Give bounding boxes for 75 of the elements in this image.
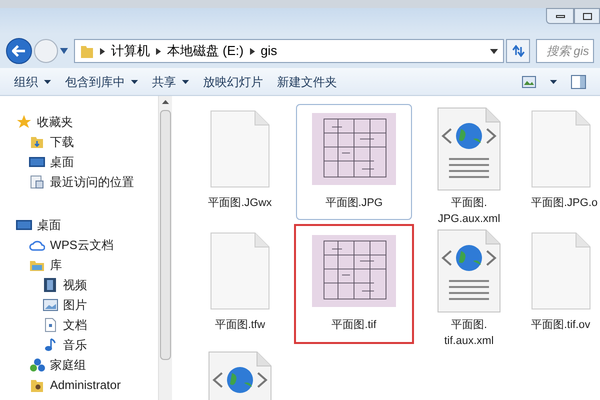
desktop-icon — [16, 219, 32, 231]
nav-item[interactable]: 视频 — [16, 275, 158, 295]
nav-item[interactable]: 图片 — [16, 295, 158, 315]
file-item[interactable]: 平面图.tif — [296, 226, 412, 342]
toolbar-button[interactable]: 组织 — [14, 72, 51, 90]
breadcrumb[interactable]: gis — [260, 41, 278, 61]
user-folder-icon — [30, 378, 44, 392]
breadcrumb[interactable]: 计算机 — [111, 41, 150, 61]
file-name: 平面图.tif — [332, 318, 376, 333]
file-name: 平面图.JPG — [325, 196, 383, 211]
search-field[interactable]: 搜索 gis — [536, 39, 594, 63]
blank-file-icon — [531, 110, 591, 188]
file-name: 平面图.JGwx — [208, 196, 272, 211]
nav-item[interactable]: 文档 — [16, 315, 158, 335]
back-arrow-icon — [12, 45, 26, 57]
toolbar-button[interactable]: 放映幻灯片 — [203, 72, 263, 90]
view-icon[interactable] — [522, 76, 536, 88]
cloud-icon — [29, 239, 45, 251]
download-folder-icon — [30, 135, 44, 149]
file-item[interactable]: 平面图.JPG — [296, 104, 412, 220]
star-icon — [17, 115, 31, 129]
caret-icon — [182, 80, 189, 84]
file-name: 平面图.tfw — [214, 318, 266, 333]
preview-pane-icon[interactable] — [571, 74, 586, 88]
refresh-icon — [511, 45, 525, 57]
blank-file-icon — [531, 232, 591, 310]
toolbar-button[interactable]: 包含到库中 — [65, 72, 138, 90]
file-item[interactable]: 平面图.tif.ov — [526, 226, 600, 342]
breadcrumb[interactable]: 本地磁盘 (E:) — [167, 41, 244, 61]
nav-item[interactable]: 音乐 — [16, 335, 158, 355]
nav-item[interactable]: 收藏夹 — [16, 112, 158, 132]
file-name: 平面图.tif.ov — [531, 318, 590, 333]
folder-icon — [80, 43, 94, 59]
blank-file-icon — [210, 110, 270, 188]
caret-icon — [44, 80, 51, 84]
refresh-button[interactable] — [506, 39, 530, 63]
blank-file-icon — [210, 232, 270, 310]
homegroup-icon — [30, 358, 44, 372]
toolbar-button[interactable]: 新建文件夹 — [277, 72, 337, 90]
maximize-button[interactable] — [574, 8, 600, 24]
caret-icon[interactable] — [60, 48, 68, 54]
caret-icon[interactable] — [490, 48, 498, 54]
chevron-icon[interactable] — [156, 48, 161, 54]
nav-item[interactable]: 最近访问的位置 — [16, 172, 158, 192]
picture-icon — [42, 299, 58, 311]
xml-globe-file-icon — [437, 107, 501, 191]
xml-globe-file-icon — [437, 229, 501, 313]
file-item[interactable]: 平面图.JPG.o — [526, 104, 600, 220]
scroll-up-icon[interactable] — [162, 100, 169, 104]
caret-icon — [131, 80, 138, 84]
file-item[interactable]: 平面图.JGwx — [186, 104, 294, 220]
library-icon — [29, 258, 45, 272]
nav-item[interactable]: 桌面 — [16, 215, 158, 235]
file-name: 平面图.JPG.o — [531, 196, 598, 211]
scrollbar[interactable] — [158, 96, 172, 400]
nav-item[interactable]: 库 — [16, 255, 158, 275]
chevron-icon[interactable] — [250, 48, 255, 54]
document-icon — [44, 318, 56, 332]
file-item[interactable]: 平面图.tfw — [186, 226, 294, 342]
music-note-icon — [44, 338, 56, 352]
chevron-icon[interactable] — [100, 48, 105, 54]
nav-item[interactable]: 下载 — [16, 132, 158, 152]
back-button[interactable] — [6, 38, 32, 64]
nav-item[interactable]: WPS云文档 — [16, 235, 158, 255]
caret-icon[interactable] — [550, 80, 557, 84]
nav-item[interactable]: Administrator — [16, 375, 158, 395]
nav-item[interactable]: 桌面 — [16, 152, 158, 172]
nav-item[interactable]: 家庭组 — [16, 355, 158, 375]
video-icon — [44, 278, 56, 292]
address-bar[interactable]: 计算机 本地磁盘 (E:) gis — [74, 39, 504, 63]
recent-places-icon — [30, 175, 44, 189]
toolbar-button[interactable]: 共享 — [152, 72, 189, 90]
scrollbar-thumb[interactable] — [160, 110, 171, 360]
minimize-button[interactable] — [546, 8, 574, 24]
desktop-icon — [29, 156, 45, 168]
